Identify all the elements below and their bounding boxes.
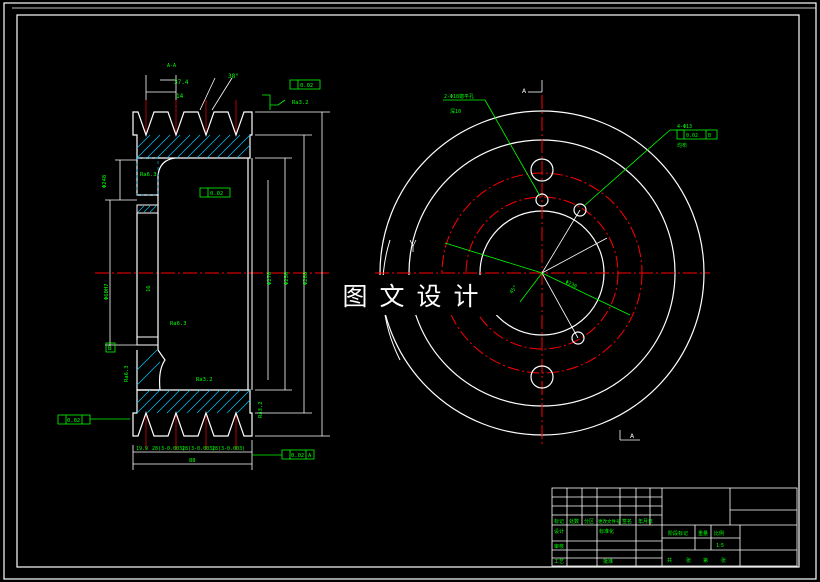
tb-process: 工艺 bbox=[554, 559, 564, 565]
section-bottom-rim bbox=[132, 389, 253, 437]
view-arrow-top bbox=[528, 80, 543, 93]
fcf-bottom-datum: A bbox=[308, 453, 312, 459]
cad-viewport: A-A 37.4 14 38° 0.02 Ra3.2 Φ248 Ra6.3 0.… bbox=[0, 0, 820, 582]
tb-count: 处数 bbox=[569, 518, 579, 525]
label-left-dim1: Φ248 bbox=[102, 175, 108, 188]
tb-design: 设计 bbox=[554, 528, 564, 535]
tb-scale-value: 1:5 bbox=[716, 543, 724, 549]
label-dim-b3: 28(3-0.003) bbox=[182, 446, 215, 452]
section-keyway-top bbox=[136, 204, 159, 214]
tb-sign: 签名 bbox=[622, 518, 632, 525]
label-dim-250: Φ250 bbox=[284, 272, 290, 285]
tb-change: 更改文件号 bbox=[598, 518, 621, 525]
tb-sheet-3: 第 bbox=[703, 557, 708, 564]
dia-label: Φ230 bbox=[564, 279, 577, 290]
radial-lines bbox=[541, 209, 608, 339]
leader-right-label: 4-Φ13 bbox=[677, 124, 692, 130]
label-pitch: 37.4 bbox=[174, 79, 189, 86]
leader-top-label2: 深10 bbox=[450, 108, 461, 115]
fcf-bottom-value: 0.02 bbox=[291, 453, 304, 459]
tb-sheet-2: 张 bbox=[686, 557, 691, 564]
label-ra-bottom: Ra3.2 bbox=[196, 377, 213, 383]
leader-top-label: 2-Φ18锪平孔 bbox=[444, 93, 474, 100]
label-section-a: A-A bbox=[167, 63, 176, 69]
tb-std: 标准化 bbox=[599, 528, 614, 535]
tb-approve: 批准 bbox=[603, 558, 613, 565]
label-ra-left2: Ra6.3 bbox=[170, 321, 187, 327]
fcf-mid-value: 0.02 bbox=[210, 191, 223, 197]
label-dim-b2: 28(3-0.003) bbox=[152, 446, 185, 452]
label-ra-left1: Ra6.3 bbox=[140, 172, 157, 178]
section-bottom-hatch bbox=[136, 349, 251, 414]
fcf-right-value: 0.02 bbox=[686, 133, 698, 139]
label-groove-angle: 38° bbox=[228, 73, 239, 80]
label-ra-left-bottom: Ra6.3 bbox=[124, 365, 130, 382]
tb-scale: 比例 bbox=[714, 530, 724, 537]
datum-b-left: B bbox=[108, 345, 112, 352]
label-dim-260: Φ260 bbox=[303, 272, 309, 285]
fcf-top-value: 0.02 bbox=[300, 83, 313, 89]
label-center-16: 16 bbox=[146, 285, 152, 292]
tb-sheet-4: 张 bbox=[721, 557, 726, 564]
tb-mark: 标记 bbox=[554, 518, 564, 525]
label-bore: Φ60H7 bbox=[104, 283, 110, 300]
end-view: 2-Φ18锪平孔 深10 4-Φ13 0.02 B 均布 45° Φ230 A … bbox=[375, 80, 718, 445]
angle-label: 45° bbox=[509, 284, 519, 295]
label-ra-top: Ra3.2 bbox=[292, 100, 309, 106]
label-ra-right: Ra3.2 bbox=[258, 401, 264, 418]
section-keyway-bottom bbox=[136, 336, 159, 346]
leader-right-label3: 均布 bbox=[677, 142, 687, 149]
tb-weight: 重量 bbox=[698, 530, 708, 537]
label-total-width: 88 bbox=[189, 458, 196, 464]
section-top-hatch bbox=[136, 134, 251, 159]
tb-zone: 分区 bbox=[584, 518, 594, 525]
label-dim-270: Φ270 bbox=[267, 272, 273, 285]
label-groove-width: 14 bbox=[176, 93, 184, 100]
watermark-label: 图文设计 bbox=[334, 275, 499, 315]
title-block bbox=[551, 487, 798, 567]
label-dim-b4: 28(3-0.003) bbox=[212, 446, 245, 452]
view-arrow-bottom-label: A bbox=[630, 433, 635, 440]
tb-sheet-1: 共 bbox=[667, 557, 672, 564]
tb-stage: 阶段标记 bbox=[668, 530, 688, 537]
tb-date: 年月日 bbox=[638, 518, 653, 525]
tb-check: 审核 bbox=[554, 543, 564, 550]
view-arrow-top-label: A bbox=[522, 88, 527, 95]
label-dim-b1: 19.9 bbox=[136, 446, 148, 452]
section-view: A-A 37.4 14 38° 0.02 Ra3.2 Φ248 Ra6.3 0.… bbox=[57, 63, 330, 470]
keyway-hatch bbox=[137, 205, 157, 213]
fcf-right-datum: B bbox=[708, 133, 711, 139]
fcf-left-bottom-value: 0.02 bbox=[67, 418, 80, 424]
